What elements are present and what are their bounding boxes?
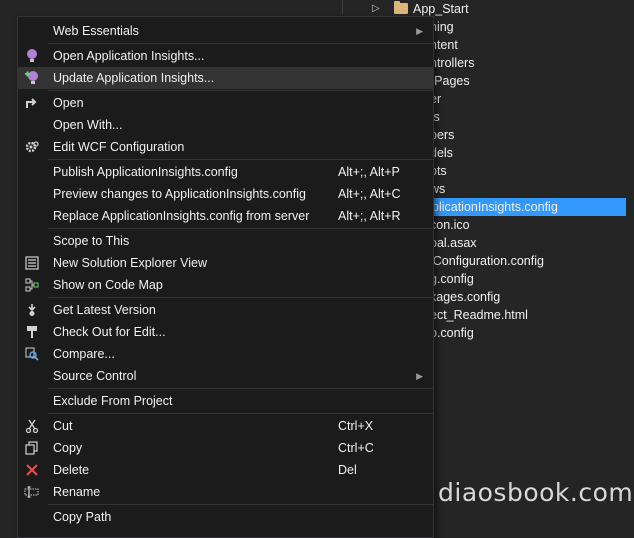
menu-item-label: Open With... xyxy=(53,118,123,132)
menu-item-open-application-insights[interactable]: Open Application Insights... xyxy=(18,45,433,67)
get-latest-icon xyxy=(24,302,40,318)
menu-item-rename[interactable]: Rename xyxy=(18,481,433,503)
menu-item-publish[interactable]: Publish ApplicationInsights.config Alt+;… xyxy=(18,161,433,183)
menu-item-shortcut: Del xyxy=(338,463,357,477)
menu-item-open-with[interactable]: Open With... xyxy=(18,114,433,136)
code-map-icon xyxy=(24,277,40,293)
compare-icon xyxy=(24,346,40,362)
menu-item-label: Web Essentials xyxy=(53,24,139,38)
menu-separator xyxy=(48,413,433,414)
menu-separator xyxy=(48,297,433,298)
tree-item-label: ntrollers xyxy=(430,56,475,70)
watermark: diaosbook.com xyxy=(438,478,634,507)
menu-item-update-application-insights[interactable]: Update Application Insights... xyxy=(18,67,433,89)
menu-item-label: Preview changes to ApplicationInsights.c… xyxy=(53,187,306,201)
copy-icon xyxy=(24,440,40,456)
menu-separator xyxy=(48,228,433,229)
tree-item-label: kages.config xyxy=(430,290,501,304)
menu-item-show-on-code-map[interactable]: Show on Code Map xyxy=(18,274,433,296)
tree-item-label: b.config xyxy=(430,326,474,340)
menu-item-label: Get Latest Version xyxy=(53,303,156,317)
menu-item-shortcut: Alt+;, Alt+P xyxy=(338,165,400,179)
menu-item-label: Scope to This xyxy=(53,234,130,248)
tree-item-label: ect_Readme.html xyxy=(430,308,528,322)
solution-explorer-view-icon xyxy=(24,255,40,271)
menu-item-label: Check Out for Edit... xyxy=(53,325,166,339)
menu-item-label: Update Application Insights... xyxy=(53,71,215,85)
menu-item-source-control[interactable]: Source Control ▶ xyxy=(18,365,433,387)
menu-item-label: Source Control xyxy=(53,369,137,383)
menu-item-label: New Solution Explorer View xyxy=(53,256,208,270)
menu-item-label: Rename xyxy=(53,485,101,499)
menu-item-label: Compare... xyxy=(53,347,115,361)
menu-separator xyxy=(48,388,433,389)
menu-item-label: Exclude From Project xyxy=(53,394,173,408)
menu-item-open[interactable]: Open xyxy=(18,92,433,114)
menu-item-label: Publish ApplicationInsights.config xyxy=(53,165,238,179)
menu-item-shortcut: Alt+;, Alt+R xyxy=(338,209,401,223)
delete-x-icon xyxy=(24,462,40,478)
menu-item-label: Delete xyxy=(53,463,90,477)
application-insights-icon xyxy=(24,48,40,64)
menu-item-label: Open Application Insights... xyxy=(53,49,205,63)
menu-item-label: Cut xyxy=(53,419,73,433)
menu-item-shortcut: Alt+;, Alt+C xyxy=(338,187,401,201)
menu-item-replace-from-server[interactable]: Replace ApplicationInsights.config from … xyxy=(18,205,433,227)
menu-item-web-essentials[interactable]: Web Essentials ▶ xyxy=(18,20,433,42)
tree-item[interactable]: plicationInsights.config xyxy=(432,198,626,216)
tree-item-label: con.ico xyxy=(430,218,470,232)
tree-item-label: rPages xyxy=(430,74,470,88)
menu-item-label: Replace ApplicationInsights.config from … xyxy=(53,209,310,223)
menu-item-new-solution-explorer-view[interactable]: New Solution Explorer View xyxy=(18,252,433,274)
menu-item-label: Show on Code Map xyxy=(53,278,163,292)
menu-separator xyxy=(48,43,433,44)
tree-item-label: bal.asax xyxy=(430,236,477,250)
application-insights-add-icon xyxy=(24,70,40,86)
menu-item-copy-path[interactable]: Copy Path xyxy=(18,506,433,528)
tree-item-label: ntent xyxy=(430,38,458,52)
menu-item-edit-wcf[interactable]: Edit WCF Configuration xyxy=(18,136,433,158)
divider xyxy=(342,0,343,14)
gear-icon xyxy=(24,139,40,155)
submenu-arrow-icon: ▶ xyxy=(416,26,423,36)
scissors-icon xyxy=(24,418,40,434)
menu-item-get-latest-version[interactable]: Get Latest Version xyxy=(18,299,433,321)
menu-separator xyxy=(48,504,433,505)
menu-item-shortcut: Ctrl+X xyxy=(338,419,374,433)
rename-icon xyxy=(24,484,40,500)
menu-item-copy[interactable]: Copy Ctrl+C xyxy=(18,437,433,459)
menu-item-label: Edit WCF Configuration xyxy=(53,140,185,154)
open-arrow-icon xyxy=(24,95,40,111)
menu-separator xyxy=(48,159,433,160)
menu-item-compare[interactable]: Compare... xyxy=(18,343,433,365)
menu-item-shortcut: Ctrl+C xyxy=(338,441,374,455)
menu-item-exclude-from-project[interactable]: Exclude From Project xyxy=(18,390,433,412)
menu-item-cut[interactable]: Cut Ctrl+X xyxy=(18,415,433,437)
check-out-icon xyxy=(24,324,40,340)
tree-item-label: plicationInsights.config xyxy=(432,200,558,214)
tree-item-label: g.config xyxy=(430,272,474,286)
menu-item-label: Open xyxy=(53,96,84,110)
menu-item-scope-to-this[interactable]: Scope to This xyxy=(18,230,433,252)
folder-icon xyxy=(394,1,408,14)
menu-item-preview-changes[interactable]: Preview changes to ApplicationInsights.c… xyxy=(18,183,433,205)
tree-item-label: lConfiguration.config xyxy=(430,254,544,268)
menu-item-label: Copy Path xyxy=(53,510,112,524)
menu-separator xyxy=(48,90,433,91)
menu-item-label: Copy xyxy=(53,441,83,455)
menu-item-check-out-for-edit[interactable]: Check Out for Edit... xyxy=(18,321,433,343)
context-menu: Web Essentials ▶ Open Application Insigh… xyxy=(17,16,434,538)
submenu-arrow-icon: ▶ xyxy=(416,371,423,381)
menu-item-delete[interactable]: Delete Del xyxy=(18,459,433,481)
